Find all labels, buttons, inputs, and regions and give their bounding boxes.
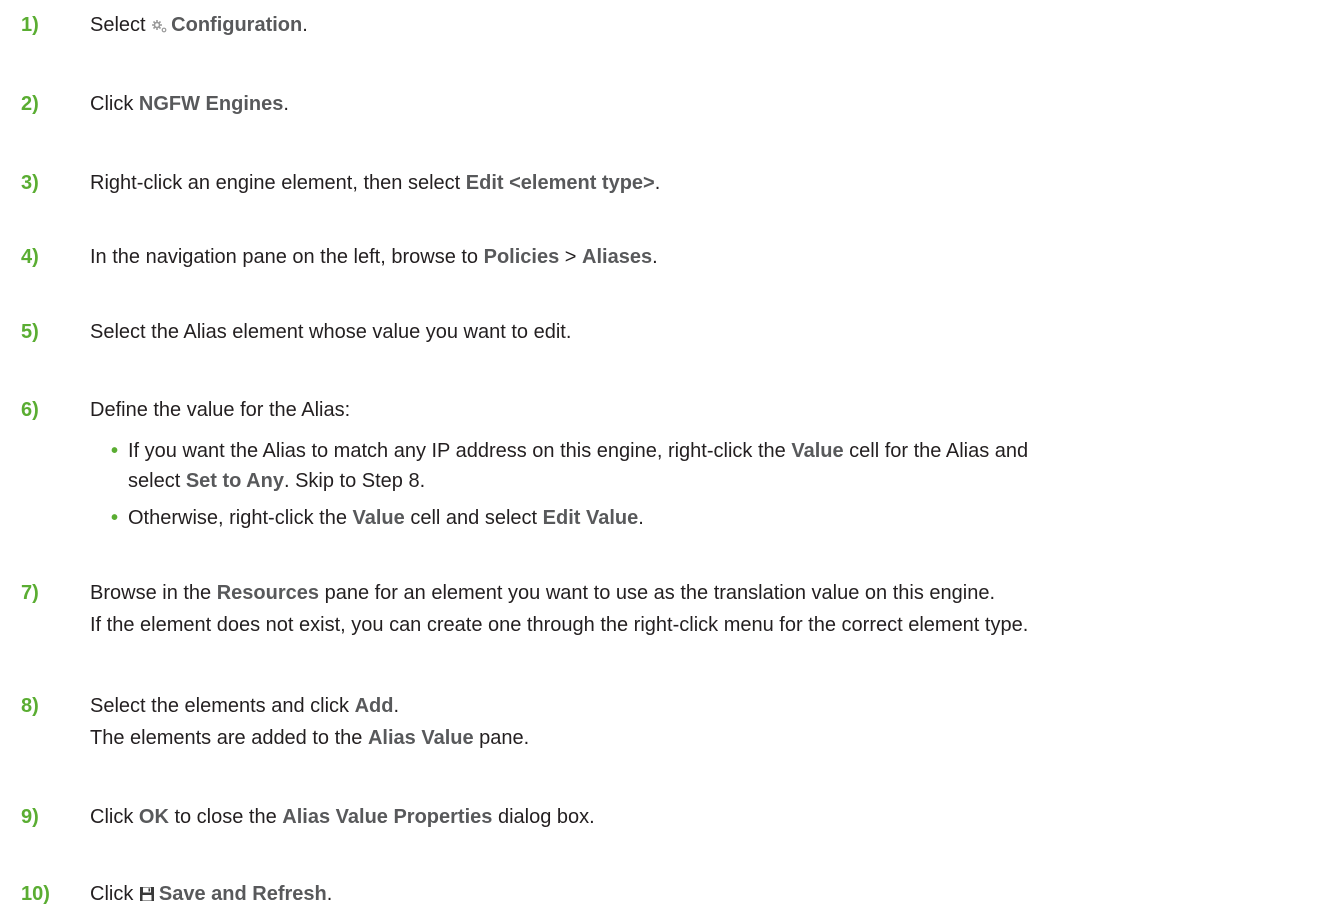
bullet-text-post: cell for the Alias and bbox=[843, 440, 1029, 462]
bullet-text-pre: select bbox=[128, 470, 186, 492]
set-to-any-label: Set to Any bbox=[185, 470, 284, 492]
ok-label: OK bbox=[138, 806, 169, 828]
step-text-post: . bbox=[326, 883, 333, 905]
bullet-text-line2: select Set to Any. Skip to Step 8. bbox=[128, 469, 425, 493]
step-text-pre: The elements are added to the bbox=[90, 727, 368, 749]
save-and-refresh-label: Save and Refresh bbox=[158, 883, 327, 905]
step-text-post: . bbox=[283, 93, 289, 115]
step-text: Click Save and Refresh. bbox=[90, 882, 332, 908]
step-text-pre: Click bbox=[90, 93, 139, 115]
add-label: Add bbox=[354, 695, 394, 717]
step-text-pre: Click bbox=[90, 806, 139, 828]
step-text-post: dialog box. bbox=[492, 806, 595, 828]
step-number: 9) bbox=[21, 806, 39, 828]
step-text-pre: Click bbox=[90, 883, 139, 905]
step-text: Click NGFW Engines. bbox=[90, 92, 289, 116]
value-label: Value bbox=[352, 507, 405, 529]
step-text-line2: The elements are added to the Alias Valu… bbox=[90, 726, 529, 750]
save-icon bbox=[139, 884, 155, 908]
gear-icon bbox=[151, 15, 167, 39]
step-text-post: pane for an element you want to use as t… bbox=[319, 582, 996, 604]
step-text-pre: Browse in the bbox=[90, 582, 217, 604]
step-number: 4) bbox=[21, 246, 39, 268]
alias-value-properties-label: Alias Value Properties bbox=[282, 806, 493, 828]
step-text: Click OK to close the Alias Value Proper… bbox=[90, 805, 595, 829]
step-text: Select the Alias element whose value you… bbox=[90, 321, 572, 343]
step-number: 1) bbox=[21, 14, 39, 36]
edit-element-type-label: Edit <element type> bbox=[465, 172, 655, 194]
step-text-pre: Select bbox=[90, 14, 152, 36]
bullet-text-mid: cell and select bbox=[404, 507, 543, 529]
step-text-post: . bbox=[302, 14, 308, 36]
step-number: 10) bbox=[21, 883, 50, 905]
bullet-text-pre: Otherwise, right-click the bbox=[128, 507, 353, 529]
step-text: Browse in the Resources pane for an elem… bbox=[90, 581, 995, 605]
resources-label: Resources bbox=[216, 582, 320, 604]
step-text-post: pane. bbox=[473, 727, 530, 749]
step-number: 5) bbox=[21, 321, 39, 343]
step-text: Select Configuration. bbox=[90, 13, 308, 39]
step-number: 2) bbox=[21, 93, 39, 115]
step-text: Right-click an engine element, then sele… bbox=[90, 171, 660, 195]
step-text-post: . bbox=[393, 695, 400, 717]
value-label: Value bbox=[791, 440, 844, 462]
step-text-line2: If the element does not exist, you can c… bbox=[90, 614, 1029, 636]
step-number: 7) bbox=[21, 582, 39, 604]
bullet-text: Otherwise, right-click the Value cell an… bbox=[128, 506, 644, 530]
edit-value-label: Edit Value bbox=[542, 507, 639, 529]
step-text-pre: Right-click an engine element, then sele… bbox=[90, 172, 466, 194]
bullet-text: If you want the Alias to match any IP ad… bbox=[128, 439, 1028, 463]
step-number: 8) bbox=[21, 695, 39, 717]
step-number: 3) bbox=[21, 172, 39, 194]
step-text-pre: In the navigation pane on the left, brow… bbox=[90, 246, 484, 268]
bullet-text-post: . bbox=[638, 507, 644, 529]
ngfw-engines-label: NGFW Engines bbox=[138, 93, 284, 115]
step-text-mid: to close the bbox=[168, 806, 283, 828]
step-text: In the navigation pane on the left, brow… bbox=[90, 245, 658, 269]
policies-label: Policies bbox=[483, 246, 560, 268]
configuration-label: Configuration bbox=[171, 14, 303, 36]
step-text-post: . bbox=[652, 246, 658, 268]
step-number: 6) bbox=[21, 399, 39, 421]
step-text-mid: > bbox=[559, 246, 583, 268]
step-text-post: . bbox=[654, 172, 661, 194]
step-text: Define the value for the Alias: bbox=[90, 399, 351, 421]
bullet-text-post: . Skip to Step 8. bbox=[283, 470, 426, 492]
bullet-text-pre: If you want the Alias to match any IP ad… bbox=[128, 440, 792, 462]
bullet-marker: • bbox=[111, 507, 119, 529]
step-text-pre: Select the elements and click bbox=[90, 695, 355, 717]
step-text: Select the elements and click Add. bbox=[90, 694, 399, 718]
aliases-label: Aliases bbox=[582, 246, 653, 268]
bullet-marker: • bbox=[111, 440, 119, 462]
alias-value-label: Alias Value bbox=[367, 727, 474, 749]
